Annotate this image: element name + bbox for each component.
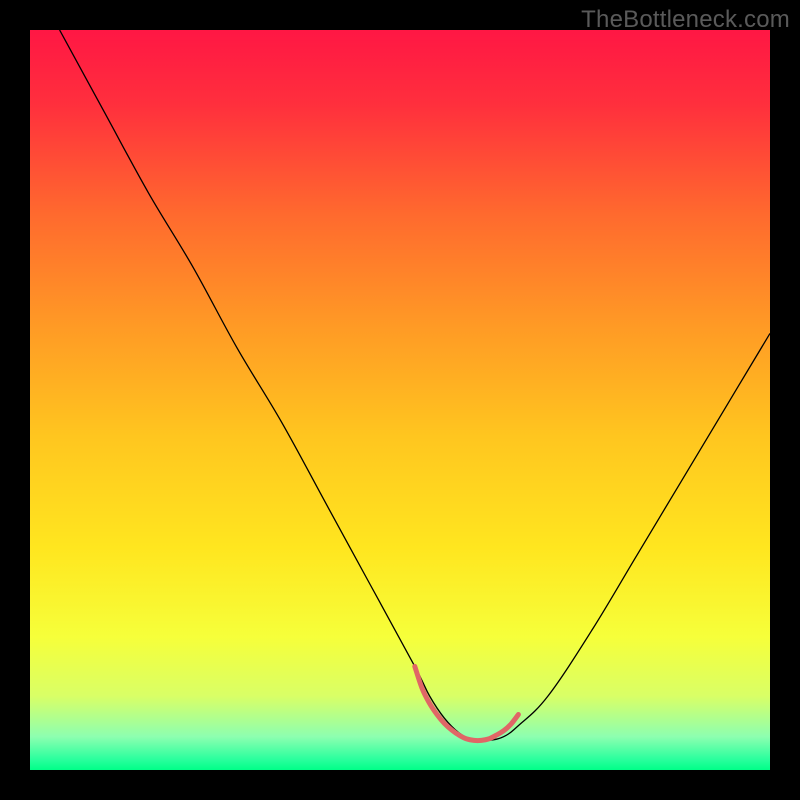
- chart-curves: [30, 30, 770, 770]
- plot-area: [30, 30, 770, 770]
- chart-frame: TheBottleneck.com: [0, 0, 800, 800]
- optimal-band-marker: [415, 666, 519, 740]
- watermark-text: TheBottleneck.com: [581, 6, 790, 34]
- bottleneck-curve: [60, 30, 770, 741]
